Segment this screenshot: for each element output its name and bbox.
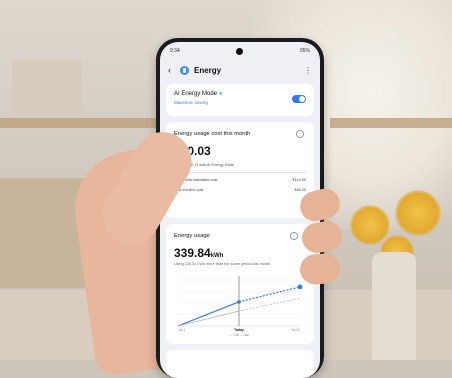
divider	[174, 172, 306, 173]
cost-row: Last month's cost €68.05	[174, 188, 306, 192]
phone: 9:34 95% ‹ Energy ⋮ AI Energy Mode ❦ Max…	[156, 38, 324, 378]
leaf-icon: ❦	[218, 91, 223, 97]
app-bar: ‹ Energy ⋮	[168, 62, 312, 78]
info-icon[interactable]: i	[296, 130, 304, 138]
energy-usage-card[interactable]: Energy usage i › 339.84kWh Using 155.02 …	[166, 224, 314, 344]
usage-card-title: Energy usage	[174, 233, 210, 239]
cost-card-title: Energy usage cost this month	[174, 131, 251, 137]
ai-mode-toggle[interactable]	[292, 95, 306, 103]
x-tick-label: Jul 1	[178, 328, 185, 332]
status-bar: 9:34 95%	[170, 46, 310, 56]
shelf-object	[12, 60, 82, 115]
usage-note: Using 155.02 kWh more than the same peri…	[174, 262, 272, 266]
series-line-this	[238, 286, 301, 303]
x-tick-label: Today	[234, 328, 244, 332]
more-options-icon[interactable]: ⋮	[304, 66, 312, 75]
energy-logo-icon	[180, 65, 189, 75]
series-line-last	[238, 298, 301, 312]
next-card	[166, 350, 314, 378]
status-battery: 95%	[299, 48, 310, 54]
info-icon[interactable]: i	[290, 232, 298, 240]
shelf	[0, 118, 160, 128]
chart-legend: — This -- Last	[229, 333, 249, 337]
data-point	[297, 284, 303, 290]
vase	[372, 252, 416, 360]
shelf	[330, 118, 452, 128]
series-line-this	[177, 301, 240, 327]
flower	[395, 190, 441, 236]
back-icon[interactable]: ‹	[168, 65, 180, 75]
phone-screen: 9:34 95% ‹ Energy ⋮ AI Energy Mode ❦ Max…	[160, 42, 320, 378]
data-point	[237, 300, 241, 304]
cost-row: Full-month estimated cost €114.99	[174, 178, 306, 182]
ai-energy-mode-card[interactable]: AI Energy Mode ❦ Maximum saving	[166, 84, 314, 116]
x-tick-label: Jul 31	[291, 328, 300, 332]
usage-chart: Jul 1 Today Jul 31 — This -- Last	[177, 276, 303, 337]
ai-mode-title: AI Energy Mode ❦	[174, 91, 223, 97]
usage-amount: 339.84kWh	[174, 246, 224, 260]
page-title: Energy	[194, 65, 222, 75]
ai-mode-subtitle: Maximum saving	[174, 100, 208, 105]
status-time: 9:34	[170, 48, 180, 54]
